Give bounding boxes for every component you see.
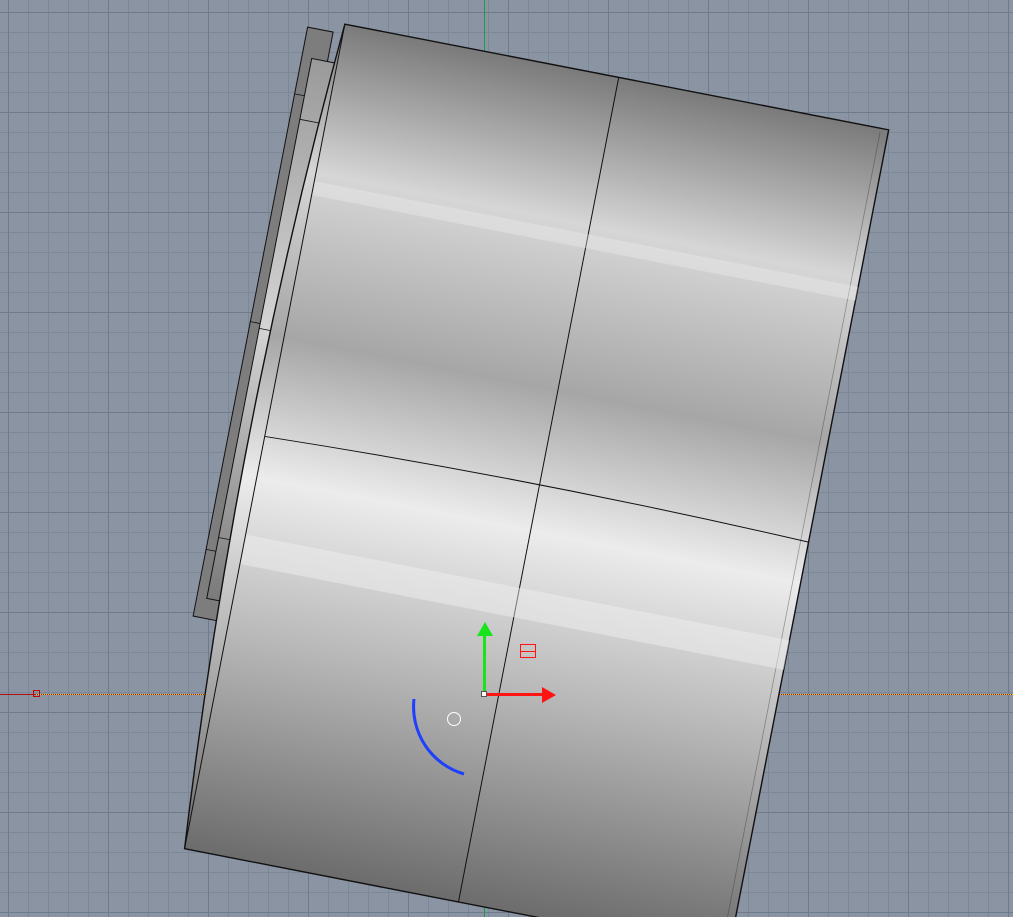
model-object[interactable] xyxy=(175,45,855,915)
gizmo-y-axis-arrow[interactable] xyxy=(483,634,486,694)
gizmo-plane-handle[interactable] xyxy=(520,644,536,658)
gizmo-rotation-arc[interactable] xyxy=(404,694,504,794)
line-endpoint-marker[interactable] xyxy=(33,690,40,697)
model-svg xyxy=(175,45,855,915)
viewport-3d[interactable] xyxy=(0,0,1013,917)
